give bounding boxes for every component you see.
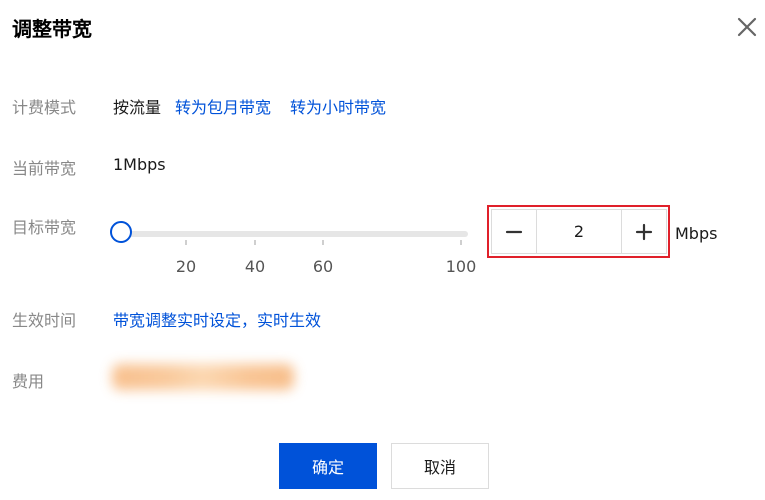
bandwidth-unit: Mbps xyxy=(675,224,718,243)
switch-hourly-link[interactable]: 转为小时带宽 xyxy=(290,94,386,118)
slider-tick-label: 100 xyxy=(445,257,477,276)
minus-icon xyxy=(505,230,523,233)
slider-tick xyxy=(460,240,462,245)
fee-value-blurred xyxy=(112,364,294,390)
slider-track[interactable] xyxy=(120,231,468,237)
slider-tick-label: 60 xyxy=(312,257,334,276)
confirm-button[interactable]: 确定 xyxy=(279,443,377,489)
close-icon xyxy=(737,17,757,37)
current-bandwidth-label: 当前带宽 xyxy=(12,159,77,178)
effective-time-value: 带宽调整实时设定，实时生效 xyxy=(113,311,322,330)
plus-icon xyxy=(635,223,653,240)
current-bandwidth-value: 1Mbps xyxy=(113,155,166,174)
billing-mode-label: 计费模式 xyxy=(12,98,77,117)
bandwidth-input[interactable] xyxy=(537,210,621,253)
billing-mode-value: 按流量 xyxy=(113,98,162,117)
switch-monthly-link[interactable]: 转为包月带宽 xyxy=(175,94,271,118)
decrease-button[interactable] xyxy=(492,210,537,253)
slider-tick xyxy=(254,240,256,245)
bandwidth-slider[interactable]: 20 40 60 100 xyxy=(110,220,476,280)
increase-button[interactable] xyxy=(621,210,666,253)
slider-tick-label: 20 xyxy=(175,257,197,276)
close-button[interactable] xyxy=(734,14,760,40)
target-bandwidth-label: 目标带宽 xyxy=(12,218,77,237)
slider-handle[interactable] xyxy=(110,221,132,243)
fee-label: 费用 xyxy=(12,372,45,391)
effective-time-label: 生效时间 xyxy=(12,311,77,330)
slider-tick xyxy=(185,240,187,245)
slider-tick-label: 40 xyxy=(244,257,266,276)
cancel-button[interactable]: 取消 xyxy=(391,443,489,489)
dialog-title: 调整带宽 xyxy=(12,17,92,41)
bandwidth-stepper[interactable] xyxy=(491,209,667,254)
slider-tick xyxy=(322,240,324,245)
